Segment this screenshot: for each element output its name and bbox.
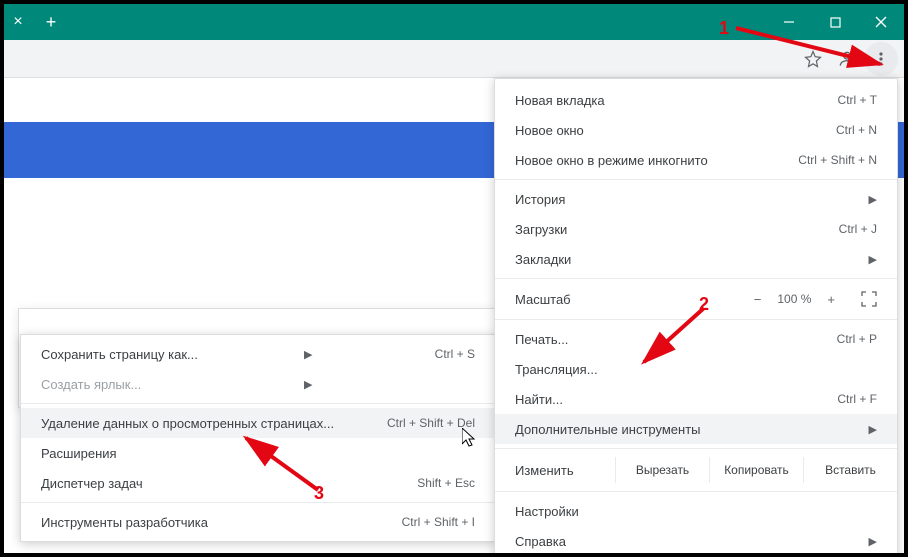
menu-zoom-row: Масштаб − 100 % + [495,283,897,315]
titlebar: × + [4,4,904,40]
edit-paste-button[interactable]: Вставить [803,457,897,483]
close-window-button[interactable] [858,4,904,40]
submenu-clear-browsing-data[interactable]: Удаление данных о просмотренных страница… [21,408,495,438]
profile-icon [837,49,857,69]
maximize-icon [830,17,841,28]
zoom-out-button[interactable]: − [748,290,768,309]
menu-settings[interactable]: Настройки [495,496,897,526]
menu-history[interactable]: История▶ [495,184,897,214]
star-icon [804,50,822,68]
close-icon [875,16,887,28]
submenu-dev-tools[interactable]: Инструменты разработчикаCtrl + Shift + I [21,507,495,537]
main-menu: Новая вкладкаCtrl + T Новое окноCtrl + N… [494,78,898,553]
submenu-save-page[interactable]: Сохранить страницу как...Ctrl + S [21,339,495,369]
fullscreen-button[interactable] [861,291,877,307]
chevron-right-icon: ▶ [304,348,312,361]
tab-close-button[interactable]: × [4,4,32,40]
bookmark-star-button[interactable] [796,42,830,76]
chevron-right-icon: ▶ [869,423,877,436]
submenu-create-shortcut: Создать ярлык... [21,369,495,399]
menu-new-window[interactable]: Новое окноCtrl + N [495,115,897,145]
menu-more-tools[interactable]: Дополнительные инструменты▶ [495,414,897,444]
chevron-right-icon: ▶ [869,193,877,206]
edit-cut-button[interactable]: Вырезать [615,457,709,483]
maximize-button[interactable] [812,4,858,40]
three-dots-icon [873,51,889,67]
minimize-button[interactable] [766,4,812,40]
menu-print[interactable]: Печать...Ctrl + P [495,324,897,354]
profile-button[interactable] [830,42,864,76]
menu-downloads[interactable]: ЗагрузкиCtrl + J [495,214,897,244]
chevron-right-icon: ▶ [869,535,877,548]
menu-new-incognito[interactable]: Новое окно в режиме инкогнитоCtrl + Shif… [495,145,897,175]
chevron-right-icon: ▶ [869,253,877,266]
menu-edit-row: Изменить Вырезать Копировать Вставить [495,453,897,487]
more-tools-submenu: Сохранить страницу как...Ctrl + S Создат… [20,334,496,542]
main-menu-button[interactable] [864,42,898,76]
fullscreen-icon [861,291,877,307]
menu-find[interactable]: Найти...Ctrl + F [495,384,897,414]
menu-help[interactable]: Справка▶ [495,526,897,553]
menu-bookmarks[interactable]: Закладки▶ [495,244,897,274]
zoom-in-button[interactable]: + [821,290,841,309]
submenu-extensions[interactable]: Расширения [21,438,495,468]
minimize-icon [783,16,795,28]
submenu-task-manager[interactable]: Диспетчер задачShift + Esc [21,468,495,498]
zoom-level: 100 % [777,292,811,306]
toolbar [4,40,904,78]
menu-new-tab[interactable]: Новая вкладкаCtrl + T [495,85,897,115]
chevron-right-icon: ▶ [304,378,312,391]
new-tab-button[interactable]: + [36,7,66,37]
edit-copy-button[interactable]: Копировать [709,457,803,483]
menu-cast[interactable]: Трансляция... [495,354,897,384]
